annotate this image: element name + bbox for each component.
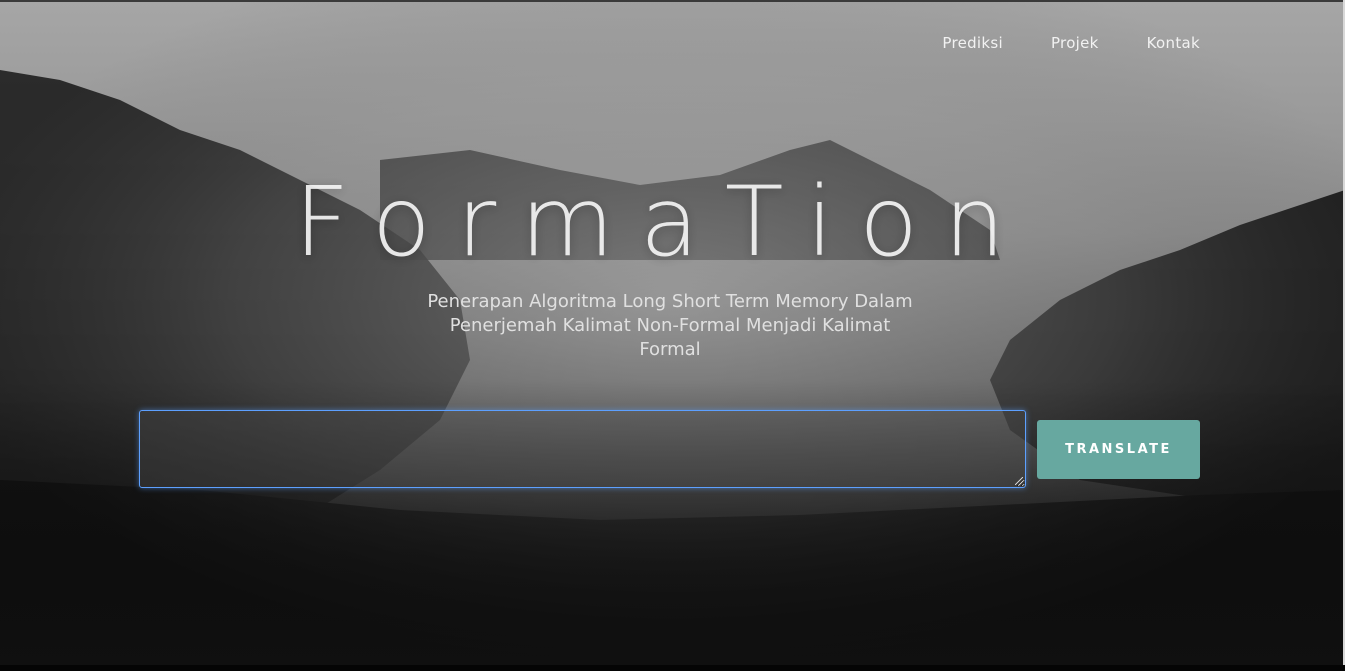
translate-button[interactable]: TRANSLATE [1037,420,1200,479]
top-navigation: Prediksi Projek Kontak [942,34,1200,52]
hero-subtitle: Penerapan Algoritma Long Short Term Memo… [427,291,913,360]
page: Prediksi Projek Kontak FormaTion Penerap… [0,0,1345,671]
nav-link-prediksi[interactable]: Prediksi [942,34,1003,52]
top-border [0,0,1345,2]
brand-title: FormaTion [294,166,1031,278]
nav-link-kontak[interactable]: Kontak [1147,34,1200,52]
sentence-input[interactable] [139,410,1026,488]
nav-link-projek[interactable]: Projek [1051,34,1099,52]
translate-form: TRANSLATE [139,410,1200,490]
bottom-border [0,665,1345,671]
